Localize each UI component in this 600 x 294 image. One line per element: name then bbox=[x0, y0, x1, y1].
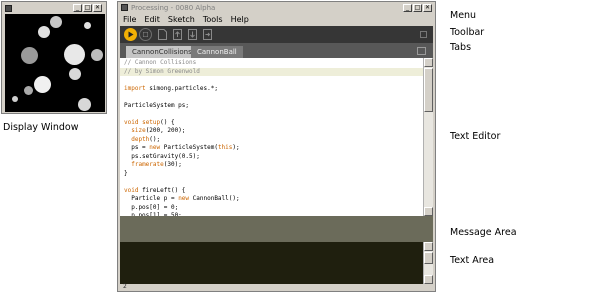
stop-icon bbox=[143, 32, 148, 37]
display-window: _ □ ✕ bbox=[1, 1, 107, 114]
run-button[interactable] bbox=[124, 28, 137, 41]
new-file-icon bbox=[157, 29, 167, 40]
play-icon bbox=[128, 31, 134, 38]
code-line[interactable]: Particle p = new CannonBall(); bbox=[120, 195, 423, 204]
maximize-button[interactable]: □ bbox=[83, 4, 92, 12]
minimize-button[interactable]: _ bbox=[403, 4, 412, 12]
code-line[interactable]: framerate(30); bbox=[120, 161, 423, 170]
sketch-circle bbox=[21, 47, 38, 64]
label-menu: Menu bbox=[450, 10, 477, 21]
save-icon bbox=[187, 29, 197, 40]
stop-button[interactable] bbox=[139, 28, 152, 41]
code-line[interactable]: p.pos[0] = 0; bbox=[120, 204, 423, 213]
scroll-up-arrow-icon[interactable] bbox=[424, 242, 433, 251]
tab-menu-button[interactable] bbox=[417, 47, 426, 55]
window-titlebar: Processing - 0080 Alpha _ □ ✕ bbox=[119, 3, 434, 13]
close-button[interactable]: ✕ bbox=[423, 4, 432, 12]
window-title: Processing - 0080 Alpha bbox=[131, 4, 216, 12]
code-line[interactable]: ps = new ParticleSystem(this); bbox=[120, 144, 423, 153]
scrollbar-thumb[interactable] bbox=[424, 68, 433, 112]
processing-window: Processing - 0080 Alpha _ □ ✕ File Edit … bbox=[117, 1, 436, 292]
close-button[interactable]: ✕ bbox=[93, 4, 102, 12]
tabs-bar: CannonCollisions § CannonBall bbox=[120, 43, 433, 58]
code-line[interactable]: size(200, 200); bbox=[120, 127, 423, 136]
status-bar: 2 bbox=[120, 283, 433, 291]
code-line[interactable]: ps.setGravity(0.5); bbox=[120, 153, 423, 162]
code-line[interactable]: // Cannon Collisions bbox=[120, 59, 423, 68]
sketch-canvas bbox=[5, 14, 105, 112]
text-area-console[interactable] bbox=[120, 242, 423, 284]
sketch-circle bbox=[91, 49, 103, 61]
menu-tools[interactable]: Tools bbox=[199, 14, 227, 26]
label-toolbar: Toolbar bbox=[450, 27, 485, 38]
sketch-circle bbox=[12, 96, 18, 102]
code-line[interactable]: // by Simon Greenwold bbox=[120, 67, 423, 76]
scroll-down-arrow-icon[interactable] bbox=[424, 275, 433, 284]
scroll-up-arrow-icon[interactable] bbox=[424, 58, 433, 67]
editor-scrollbar[interactable] bbox=[423, 58, 433, 216]
label-text-editor: Text Editor bbox=[450, 131, 501, 142]
code-line[interactable] bbox=[120, 93, 423, 102]
code-line[interactable] bbox=[120, 76, 423, 85]
code-line[interactable]: void fireLeft() { bbox=[120, 187, 423, 196]
sketch-circle bbox=[50, 16, 62, 28]
menu-sketch[interactable]: Sketch bbox=[164, 14, 199, 26]
processing-app-icon bbox=[121, 4, 128, 11]
display-window-label: Display Window bbox=[3, 122, 79, 133]
code-line[interactable] bbox=[120, 178, 423, 187]
sketch-circle bbox=[64, 44, 85, 65]
code-line[interactable]: depth(); bbox=[120, 136, 423, 145]
console-scrollbar[interactable] bbox=[423, 242, 433, 284]
serial-monitor-button[interactable] bbox=[420, 31, 427, 38]
display-window-titlebar: _ □ ✕ bbox=[4, 4, 104, 13]
label-text-area: Text Area bbox=[450, 255, 495, 266]
code-line[interactable] bbox=[120, 110, 423, 119]
scroll-down-arrow-icon[interactable] bbox=[424, 207, 433, 216]
maximize-button[interactable]: □ bbox=[413, 4, 422, 12]
label-tabs: Tabs bbox=[450, 42, 472, 53]
label-message-area: Message Area bbox=[450, 227, 517, 238]
minimize-button[interactable]: _ bbox=[73, 4, 82, 12]
sketch-circle bbox=[84, 22, 91, 29]
line-number: 2 bbox=[123, 283, 127, 290]
scrollbar-thumb[interactable] bbox=[424, 252, 433, 264]
sketch-circle bbox=[69, 68, 81, 80]
save-button[interactable] bbox=[186, 28, 198, 41]
processing-app-icon bbox=[5, 5, 12, 12]
code-line[interactable]: } bbox=[120, 170, 423, 179]
code-line[interactable]: import simong.particles.*; bbox=[120, 85, 423, 94]
toolbar bbox=[120, 26, 433, 43]
open-button[interactable] bbox=[171, 28, 183, 41]
sketch-circle bbox=[38, 26, 50, 38]
menu-bar: File Edit Sketch Tools Help bbox=[119, 14, 434, 26]
sketch-circle bbox=[34, 76, 51, 93]
message-area bbox=[120, 216, 433, 242]
code-line[interactable]: ParticleSystem ps; bbox=[120, 102, 423, 111]
text-editor[interactable]: // Cannon Collisions// by Simon Greenwol… bbox=[120, 58, 423, 216]
export-button[interactable] bbox=[201, 28, 213, 41]
code-line[interactable]: void setup() { bbox=[120, 119, 423, 128]
new-button[interactable] bbox=[156, 28, 168, 41]
open-file-icon bbox=[172, 29, 182, 40]
menu-help[interactable]: Help bbox=[227, 14, 253, 26]
menu-edit[interactable]: Edit bbox=[140, 14, 164, 26]
tab-cannonball[interactable]: CannonBall bbox=[191, 46, 243, 58]
export-icon bbox=[202, 29, 212, 40]
sketch-circle bbox=[78, 98, 91, 111]
sketch-circle bbox=[24, 86, 33, 95]
menu-file[interactable]: File bbox=[119, 14, 140, 26]
